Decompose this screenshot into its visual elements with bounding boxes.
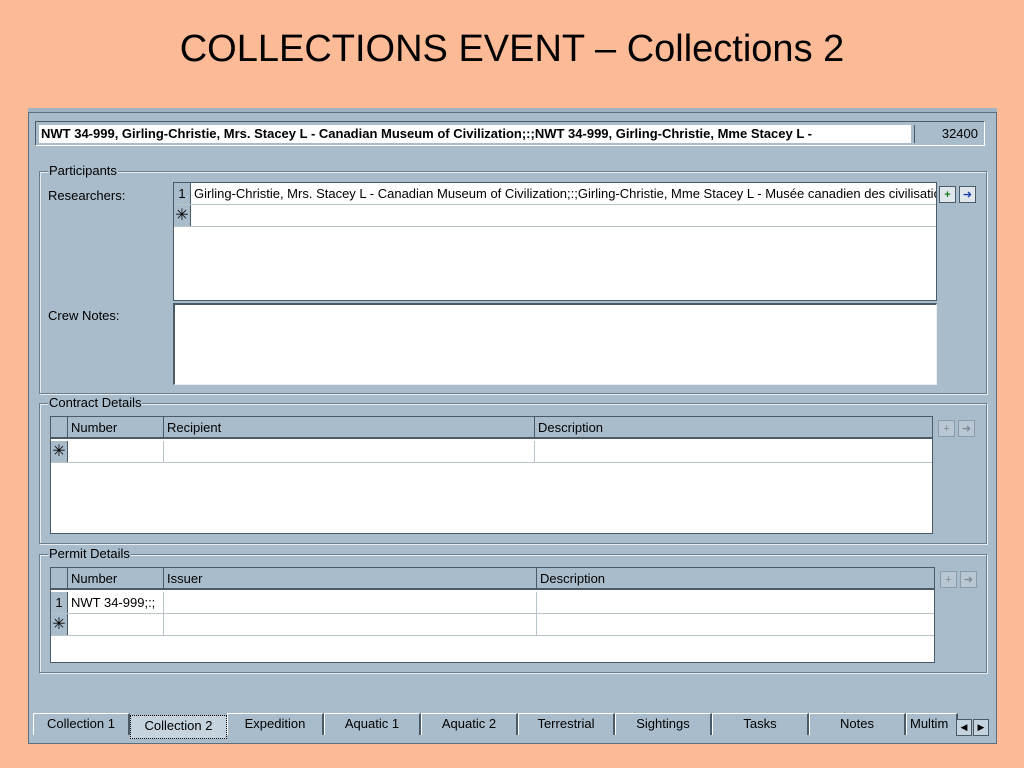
permit-issuer-cell[interactable]: [164, 614, 537, 635]
add-contract-button[interactable]: +: [938, 420, 955, 437]
tab-scroll-left-button[interactable]: ◀: [956, 719, 972, 736]
contract-description-cell[interactable]: [535, 441, 932, 462]
permit-number-cell[interactable]: [68, 614, 164, 635]
add-researcher-button[interactable]: +: [939, 186, 956, 203]
add-record-icon: +: [945, 573, 952, 586]
contract-recipient-cell[interactable]: [164, 441, 535, 462]
row-number: 1: [51, 592, 68, 613]
tab-sightings[interactable]: Sightings: [615, 713, 712, 735]
tab-terrestrial[interactable]: Terrestrial: [518, 713, 615, 735]
add-record-icon: +: [943, 422, 950, 435]
contract-col-description[interactable]: Description: [535, 417, 932, 437]
participants-group: Participants Researchers: 1 Girling-Chri…: [39, 163, 987, 394]
researchers-label: Researchers:: [48, 188, 126, 203]
add-record-icon: +: [944, 188, 951, 201]
contract-number-cell[interactable]: [68, 441, 164, 462]
contract-col-recipient[interactable]: Recipient: [164, 417, 535, 437]
contract-details-grid: Number Recipient Description ✳: [50, 416, 933, 534]
tab-aquatic-1[interactable]: Aquatic 1: [324, 713, 421, 735]
permit-header-row: Number Issuer Description: [51, 568, 934, 590]
permit-col-description[interactable]: Description: [537, 568, 934, 588]
researcher-cell[interactable]: Girling-Christie, Mrs. Stacey L - Canadi…: [191, 183, 936, 204]
participants-group-label: Participants: [48, 163, 118, 179]
permit-details-grid: Number Issuer Description 1 NWT 34-999;:…: [50, 567, 935, 663]
goto-permit-button[interactable]: ➜: [960, 571, 977, 588]
permit-details-group-label: Permit Details: [48, 546, 131, 562]
tab-tasks[interactable]: Tasks: [712, 713, 809, 735]
goto-record-icon: ➜: [961, 423, 972, 435]
scroll-right-icon: ▶: [977, 722, 985, 732]
collections-event-window: NWT 34-999, Girling-Christie, Mrs. Stace…: [28, 112, 997, 744]
researchers-row[interactable]: 1 Girling-Christie, Mrs. Stacey L - Cana…: [174, 183, 936, 205]
goto-contract-button[interactable]: ➜: [958, 420, 975, 437]
row-number: 1: [174, 183, 191, 204]
permit-issuer-cell[interactable]: [164, 592, 537, 613]
contract-details-group-label: Contract Details: [48, 395, 143, 411]
new-row-marker-icon: ✳: [174, 205, 191, 226]
goto-record-icon: ➜: [962, 189, 973, 201]
crew-notes-label: Crew Notes:: [48, 308, 120, 323]
permit-description-cell[interactable]: [537, 592, 934, 613]
tab-collection-1[interactable]: Collection 1: [33, 713, 130, 735]
contract-details-group: Contract Details Number Recipient Descri…: [39, 395, 987, 544]
tab-expedition[interactable]: Expedition: [227, 713, 324, 735]
tab-aquatic-2[interactable]: Aquatic 2: [421, 713, 518, 735]
permit-details-group: Permit Details Number Issuer Description…: [39, 546, 987, 673]
corner-cell: [51, 568, 68, 588]
corner-cell: [51, 417, 68, 437]
researchers-grid: 1 Girling-Christie, Mrs. Stacey L - Cana…: [173, 182, 937, 301]
permit-number-cell[interactable]: NWT 34-999;:;: [68, 592, 164, 613]
permit-col-issuer[interactable]: Issuer: [164, 568, 537, 588]
contract-col-number[interactable]: Number: [68, 417, 164, 437]
permit-row[interactable]: 1 NWT 34-999;:;: [51, 592, 934, 614]
tab-collection-2[interactable]: Collection 2: [130, 715, 227, 739]
record-number: 32400: [914, 125, 984, 143]
add-permit-button[interactable]: +: [940, 571, 957, 588]
contract-new-row[interactable]: ✳: [51, 441, 932, 463]
new-row-marker-icon: ✳: [51, 441, 68, 462]
tab-notes[interactable]: Notes: [809, 713, 906, 735]
crew-notes-textarea[interactable]: [173, 303, 937, 385]
tab-scroll-right-button[interactable]: ▶: [973, 719, 989, 736]
record-header-bar: NWT 34-999, Girling-Christie, Mrs. Stace…: [35, 121, 985, 146]
tab-strip: Collection 1 Collection 2 Expedition Aqu…: [33, 713, 993, 739]
permit-new-row[interactable]: ✳: [51, 614, 934, 636]
permit-col-number[interactable]: Number: [68, 568, 164, 588]
scroll-left-icon: ◀: [960, 722, 968, 732]
researchers-new-row[interactable]: ✳: [174, 205, 936, 227]
record-title-field[interactable]: NWT 34-999, Girling-Christie, Mrs. Stace…: [39, 125, 911, 143]
tab-multimedia[interactable]: Multim: [906, 713, 958, 735]
permit-description-cell[interactable]: [537, 614, 934, 635]
goto-record-icon: ➜: [963, 574, 974, 586]
contract-header-row: Number Recipient Description: [51, 417, 932, 439]
new-row-marker-icon: ✳: [51, 614, 68, 635]
slide-title: COLLECTIONS EVENT – Collections 2: [179, 28, 845, 70]
goto-researcher-button[interactable]: ➜: [959, 186, 976, 203]
